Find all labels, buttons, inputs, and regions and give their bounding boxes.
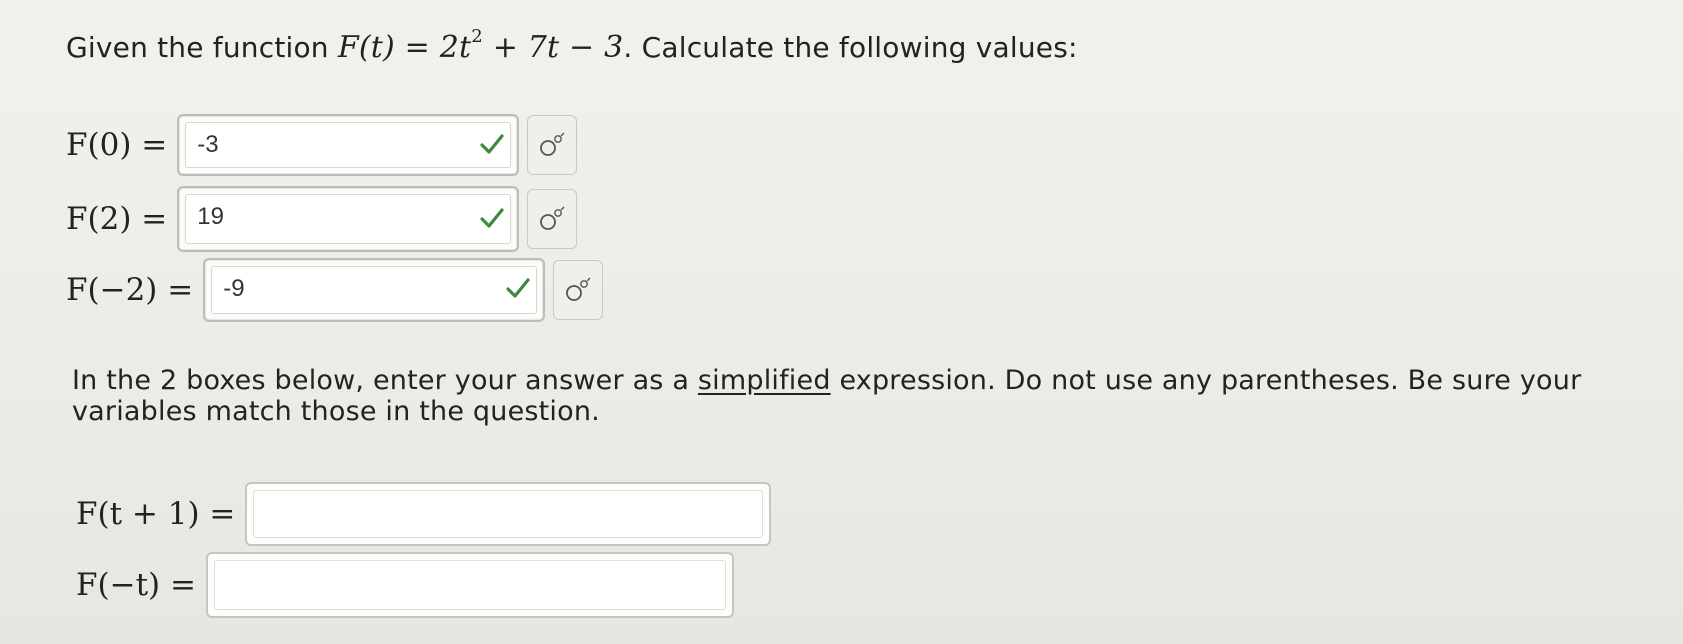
- answer-input-inner: [211, 266, 538, 314]
- check-icon: [480, 208, 504, 228]
- expression-input-t-plus-1[interactable]: [245, 482, 772, 546]
- instructions-emphasis: simplified: [697, 365, 831, 396]
- expression-input-neg-t[interactable]: [205, 552, 734, 618]
- answer-label: F(−2) =: [66, 272, 194, 308]
- check-icon: [480, 134, 504, 154]
- answer-value: 19: [197, 203, 224, 230]
- function-definition: F(t) = 2t2 + 7t − 3: [337, 26, 624, 65]
- math-symbol-button[interactable]: [527, 189, 578, 249]
- expression-input-inner: [213, 560, 726, 610]
- answer-input-f0[interactable]: -3: [177, 114, 520, 176]
- expression-row-t-plus-1: F(t + 1) =: [76, 482, 772, 546]
- intro-text-before: Given the function: [66, 31, 338, 64]
- question-intro: Given the function F(t) = 2t2 + 7t − 3. …: [66, 26, 1078, 65]
- math-symbol-button[interactable]: [527, 115, 578, 175]
- intro-text-after: . Calculate the following values:: [623, 31, 1078, 64]
- answer-row-f2: F(2) = 19: [66, 186, 578, 252]
- answer-input-f2[interactable]: 19: [177, 186, 520, 252]
- instructions-text: In the 2 boxes below, enter your answer …: [72, 365, 1612, 427]
- function-lhs: F(t) = 2t: [337, 30, 472, 65]
- answer-label: F(2) =: [66, 201, 168, 237]
- check-icon: [506, 278, 530, 298]
- expression-label: F(−t) =: [76, 567, 196, 603]
- math-symbol-icon: [540, 206, 565, 230]
- assignment-page: Given the function F(t) = 2t2 + 7t − 3. …: [0, 0, 1683, 644]
- answer-input-inner: [185, 194, 512, 244]
- expression-row-neg-t: F(−t) =: [76, 552, 734, 618]
- function-exponent: 2: [471, 26, 483, 47]
- answer-input-inner: [185, 122, 512, 168]
- answer-label: F(0) =: [66, 127, 168, 163]
- math-symbol-icon: [540, 132, 565, 156]
- answer-row-f0: F(0) = -3: [66, 114, 578, 176]
- instructions-part1: In the 2 boxes below, enter your answer …: [72, 365, 698, 396]
- answer-value: -9: [223, 275, 245, 302]
- math-symbol-icon: [566, 277, 591, 301]
- answer-value: -3: [197, 131, 219, 158]
- math-symbol-button[interactable]: [553, 260, 604, 320]
- expression-label: F(t + 1) =: [76, 496, 236, 532]
- expression-input-inner: [253, 490, 764, 538]
- answer-row-fneg2: F(−2) = -9: [66, 258, 604, 322]
- answer-input-fneg2[interactable]: -9: [203, 258, 546, 322]
- function-rhs: + 7t − 3: [482, 30, 624, 65]
